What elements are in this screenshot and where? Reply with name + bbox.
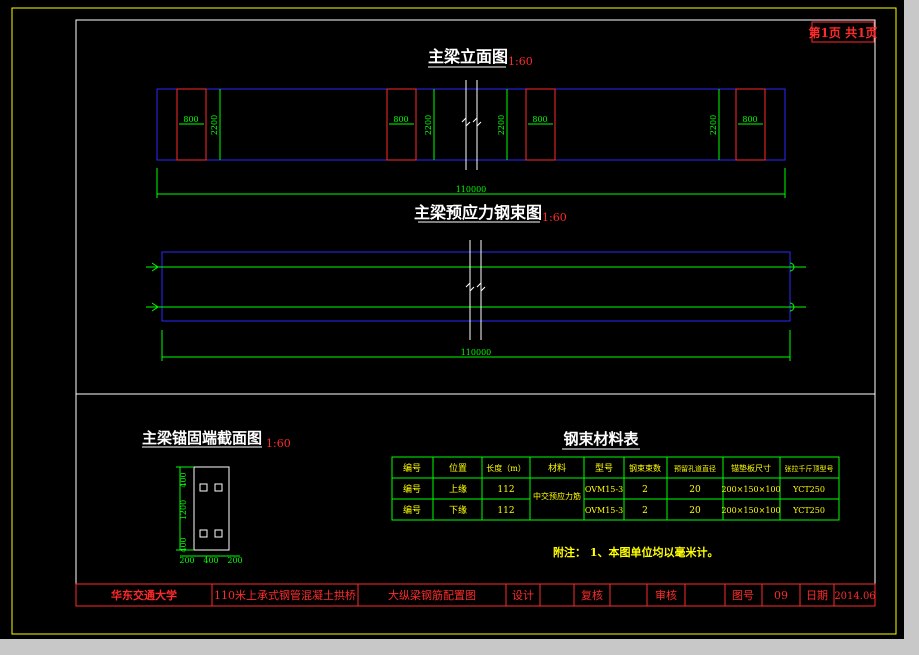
- section-dim-right: 200: [227, 556, 242, 565]
- section-dim-center: 400: [203, 556, 218, 565]
- anchor-block-4: 800 2200: [709, 88, 766, 161]
- page-indicator: 第1页 共1页: [809, 25, 878, 40]
- section-dim-top: 400: [179, 472, 188, 487]
- th-length: 长度（m）: [486, 463, 526, 473]
- tb-number: 09: [774, 589, 788, 602]
- svg-text:下缘: 下缘: [449, 504, 467, 516]
- elevation-title: 主梁立面图: [428, 47, 508, 66]
- tb-number-label: 图号: [732, 589, 754, 602]
- th-position: 位置: [449, 462, 467, 474]
- anchor-block-1: 800 2200: [176, 88, 221, 161]
- tb-drawing: 大纵梁钢筋配置图: [388, 588, 476, 602]
- svg-text:200×150×100: 200×150×100: [721, 506, 780, 515]
- beam-outline: [156, 88, 786, 161]
- tb-school: 华东交通大学: [111, 588, 177, 602]
- svg-text:112: 112: [497, 485, 514, 495]
- th-model: 型号: [595, 463, 613, 474]
- table-row-1: 编号: [403, 483, 421, 495]
- th-material: 材料: [548, 462, 566, 474]
- elevation-total-length: 110000: [456, 185, 487, 194]
- block-height-4: 2200: [709, 115, 718, 135]
- table-row-2: 编号: [403, 504, 421, 516]
- section-dim-mid: 1200: [179, 500, 188, 520]
- tb-design: 设计: [512, 589, 534, 602]
- block-width-3: 800: [532, 115, 547, 124]
- drawing-svg: 第1页 共1页 主梁立面图 1:60 800 2200 800 2200 800…: [11, 7, 897, 635]
- break-mark-left: [461, 116, 471, 128]
- block-width-4: 800: [742, 115, 757, 124]
- svg-text:2: 2: [642, 506, 648, 516]
- inner-border: [75, 19, 876, 607]
- anchor-section-title: 主梁锚固端截面图: [142, 429, 262, 447]
- block-height-3: 2200: [497, 115, 506, 135]
- section-dim-bottom: 400: [179, 537, 188, 552]
- th-jack: 张拉千斤顶型号: [785, 464, 834, 473]
- block-width-2: 800: [393, 115, 408, 124]
- merged-material: 中交预应力筋: [533, 491, 581, 501]
- block-width-1: 800: [183, 115, 198, 124]
- tendon-total-length: 110000: [461, 348, 492, 357]
- th-plate: 锚垫板尺寸: [731, 463, 771, 473]
- title-block: 华东交通大学 110米上承式钢管混凝土拱桥 大纵梁钢筋配置图 设计 复核 审核 …: [75, 583, 876, 607]
- tb-review: 审核: [655, 588, 677, 602]
- break-mark-right: [472, 116, 482, 128]
- tb-date: 2014.06: [834, 591, 875, 602]
- svg-text:上缘: 上缘: [449, 483, 467, 495]
- tb-check: 复核: [581, 588, 603, 602]
- svg-text:2: 2: [642, 485, 648, 495]
- tb-project: 110米上承式钢管混凝土拱桥: [214, 588, 356, 602]
- section-dim-left: 200: [179, 556, 194, 565]
- block-height-2: 2200: [424, 115, 433, 135]
- svg-text:OVM15-3: OVM15-3: [585, 485, 623, 494]
- svg-text:20: 20: [689, 506, 701, 516]
- section-outline: [193, 466, 230, 551]
- th-count: 钢束束数: [629, 463, 661, 473]
- anchor-block-3: 800 2200: [497, 88, 556, 161]
- block-height-1: 2200: [210, 115, 219, 135]
- tendon-beam-outline: [161, 251, 791, 322]
- anchor-section-scale: 1:60: [266, 437, 291, 450]
- tendon-scale: 1:60: [542, 211, 567, 224]
- material-table: 编号 位置 长度（m） 材料 型号 钢束束数 预留孔道直径 锚垫板尺寸 张拉千斤…: [391, 456, 840, 521]
- svg-text:20: 20: [689, 485, 701, 495]
- tendon-title: 主梁预应力钢束图: [414, 203, 542, 222]
- material-table-title: 钢束材料表: [563, 430, 639, 448]
- anchor-block-2: 800 2200: [386, 88, 435, 161]
- svg-text:200×150×100: 200×150×100: [721, 485, 780, 494]
- th-duct: 预留孔道直径: [674, 464, 716, 473]
- svg-text:112: 112: [497, 506, 514, 516]
- elevation-scale: 1:60: [508, 55, 533, 68]
- note-text: 附注： 1、本图单位均以毫米计。: [553, 545, 718, 559]
- tb-date-label: 日期: [806, 589, 828, 602]
- th-number: 编号: [403, 462, 421, 474]
- svg-text:YCT250: YCT250: [792, 485, 825, 494]
- svg-text:OVM15-3: OVM15-3: [585, 506, 623, 515]
- svg-text:YCT250: YCT250: [792, 506, 825, 515]
- cad-canvas: 第1页 共1页 主梁立面图 1:60 800 2200 800 2200 800…: [0, 0, 919, 655]
